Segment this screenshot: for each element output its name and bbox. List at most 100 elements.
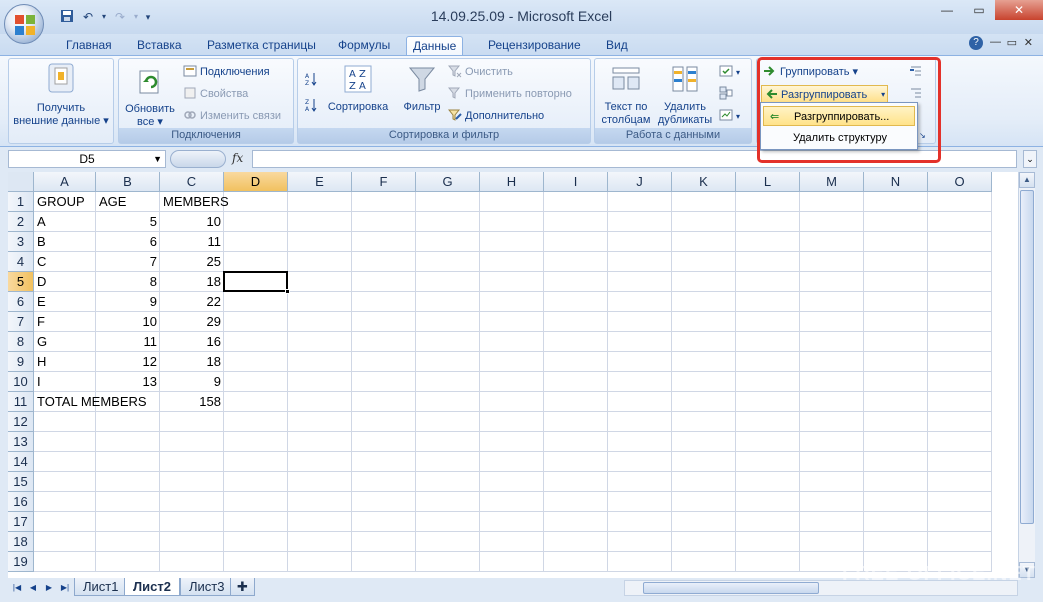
cell[interactable]: 29: [160, 312, 224, 332]
sheet-tab-1[interactable]: Лист1: [74, 578, 128, 596]
cell[interactable]: G: [34, 332, 96, 352]
formula-bar-grip[interactable]: [170, 150, 226, 168]
cell[interactable]: TOTAL MEMBERS: [34, 392, 164, 412]
prev-sheet-icon[interactable]: ◀: [26, 581, 40, 595]
refresh-all-button[interactable]: Обновить все ▾: [121, 69, 179, 129]
help-icon[interactable]: ?: [969, 36, 983, 50]
row-header-17[interactable]: 17: [8, 512, 34, 532]
scroll-up-icon[interactable]: ▲: [1019, 172, 1035, 188]
consolidate-button[interactable]: [719, 85, 736, 103]
cell[interactable]: F: [34, 312, 96, 332]
cell[interactable]: 16: [160, 332, 224, 352]
row-header-10[interactable]: 10: [8, 372, 34, 392]
cell[interactable]: GROUP: [34, 192, 96, 212]
get-external-data-button[interactable]: Получить внешние данные ▾: [11, 62, 111, 128]
cell[interactable]: MEMBERS: [160, 192, 229, 212]
row-header-4[interactable]: 4: [8, 252, 34, 272]
last-sheet-icon[interactable]: ▶|: [58, 581, 72, 595]
column-header-j[interactable]: J: [608, 172, 672, 192]
row-header-1[interactable]: 1: [8, 192, 34, 212]
column-header-d[interactable]: D: [224, 172, 288, 192]
hide-detail-button[interactable]: [909, 85, 926, 103]
row-header-8[interactable]: 8: [8, 332, 34, 352]
cell[interactable]: 25: [160, 252, 224, 272]
menu-item-ungroup[interactable]: ⇐ Разгруппировать...: [763, 106, 915, 126]
column-header-l[interactable]: L: [736, 172, 800, 192]
tab-home[interactable]: Главная: [60, 36, 118, 55]
menu-item-clear-outline[interactable]: Удалить структуру: [763, 128, 915, 148]
worksheet-grid[interactable]: A B C D E F G H I J K L M N O 1 2 3 4 5 6 7 8 9 10 11 12 13 14 15 16 17…: [8, 172, 1018, 578]
column-header-b[interactable]: B: [96, 172, 160, 192]
what-if-button[interactable]: ▾: [719, 107, 740, 125]
cell[interactable]: 13: [96, 372, 160, 392]
sheet-tab-2[interactable]: Лист2: [124, 578, 180, 596]
row-header-12[interactable]: 12: [8, 412, 34, 432]
cell[interactable]: AGE: [96, 192, 160, 212]
doc-restore-icon[interactable]: ▭: [1007, 36, 1017, 49]
cell[interactable]: 18: [160, 272, 224, 292]
reapply-button[interactable]: Применить повторно: [447, 85, 572, 103]
column-header-e[interactable]: E: [288, 172, 352, 192]
column-header-c[interactable]: C: [160, 172, 224, 192]
column-header-g[interactable]: G: [416, 172, 480, 192]
cell[interactable]: A: [34, 212, 96, 232]
row-header-6[interactable]: 6: [8, 292, 34, 312]
close-button[interactable]: ✕: [995, 0, 1043, 20]
row-header-19[interactable]: 19: [8, 552, 34, 572]
sort-az-button[interactable]: AZ: [304, 71, 321, 89]
data-validation-button[interactable]: ▾: [719, 63, 740, 81]
column-header-f[interactable]: F: [352, 172, 416, 192]
cell[interactable]: 10: [96, 312, 160, 332]
row-header-11[interactable]: 11: [8, 392, 34, 412]
row-header-3[interactable]: 3: [8, 232, 34, 252]
row-header-14[interactable]: 14: [8, 452, 34, 472]
maximize-button[interactable]: ▭: [963, 0, 995, 20]
cell[interactable]: 158: [160, 392, 224, 412]
cell[interactable]: C: [34, 252, 96, 272]
row-header-7[interactable]: 7: [8, 312, 34, 332]
cell[interactable]: D: [34, 272, 96, 292]
column-header-k[interactable]: K: [672, 172, 736, 192]
tab-review[interactable]: Рецензирование: [482, 36, 587, 55]
minimize-button[interactable]: —: [931, 0, 963, 20]
first-sheet-icon[interactable]: |◀: [10, 581, 24, 595]
expand-formula-bar-icon[interactable]: ⌄: [1023, 150, 1037, 168]
office-button[interactable]: [4, 4, 44, 44]
cell[interactable]: 22: [160, 292, 224, 312]
row-header-2[interactable]: 2: [8, 212, 34, 232]
next-sheet-icon[interactable]: ▶: [42, 581, 56, 595]
properties-button[interactable]: Свойства: [183, 85, 248, 103]
formula-input[interactable]: [252, 150, 1017, 168]
cell[interactable]: 5: [96, 212, 160, 232]
active-cell-d5[interactable]: [223, 271, 290, 294]
cell[interactable]: E: [34, 292, 96, 312]
name-box[interactable]: D5 ▼: [8, 150, 166, 168]
vertical-scrollbar[interactable]: ▲ ▼: [1018, 172, 1035, 578]
horizontal-scroll-thumb[interactable]: [643, 582, 819, 594]
sort-button[interactable]: A Z Z A Сортировка: [324, 65, 392, 114]
fill-handle[interactable]: [285, 289, 290, 294]
advanced-filter-button[interactable]: Дополнительно: [447, 107, 544, 125]
cell[interactable]: 6: [96, 232, 160, 252]
tab-page-layout[interactable]: Разметка страницы: [201, 36, 322, 55]
row-header-9[interactable]: 9: [8, 352, 34, 372]
row-header-13[interactable]: 13: [8, 432, 34, 452]
cell[interactable]: I: [34, 372, 96, 392]
name-box-dropdown-icon[interactable]: ▼: [153, 151, 162, 167]
column-header-n[interactable]: N: [864, 172, 928, 192]
doc-close-icon[interactable]: ✕: [1024, 36, 1033, 49]
cell[interactable]: H: [34, 352, 96, 372]
cell[interactable]: 10: [160, 212, 224, 232]
cell[interactable]: B: [34, 232, 96, 252]
tab-insert[interactable]: Вставка: [131, 36, 188, 55]
cell[interactable]: 18: [160, 352, 224, 372]
cell[interactable]: 11: [160, 232, 224, 252]
column-header-h[interactable]: H: [480, 172, 544, 192]
cell[interactable]: 8: [96, 272, 160, 292]
outline-launcher-icon[interactable]: ↘: [919, 127, 926, 145]
cell[interactable]: 11: [96, 332, 160, 352]
row-header-15[interactable]: 15: [8, 472, 34, 492]
row-header-18[interactable]: 18: [8, 532, 34, 552]
column-header-i[interactable]: I: [544, 172, 608, 192]
sheet-tab-3[interactable]: Лист3: [180, 578, 234, 596]
